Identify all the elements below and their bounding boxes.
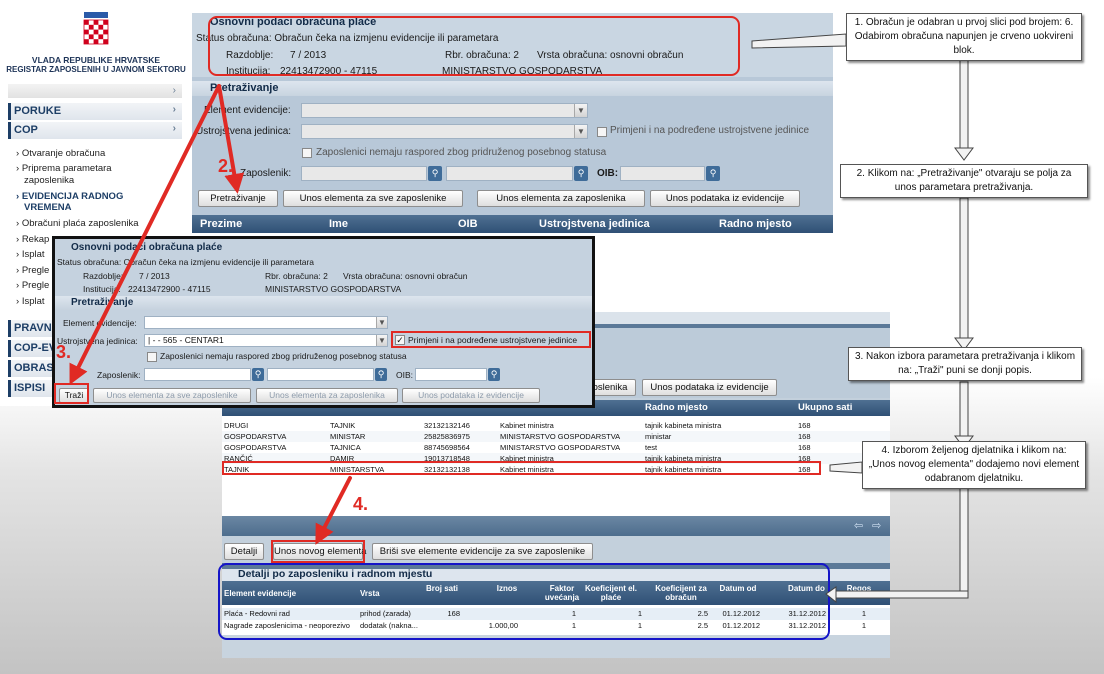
flow-left-5-head <box>825 586 837 604</box>
step-2-number: 2. <box>218 156 234 176</box>
note-step-3: 3. Nakon izbora parametara pretraživanja… <box>848 347 1082 381</box>
flow-down-3 <box>959 381 969 437</box>
note-step-2: 2. Klikom na: „Pretraživanje" otvaraju s… <box>840 164 1088 198</box>
flow-left-5 <box>835 590 969 599</box>
callout-arrows-overlay <box>69 33 974 604</box>
flow-down-1-head <box>954 147 974 161</box>
arrow-step-3 <box>69 84 221 385</box>
step-3-number: 3. <box>56 342 72 362</box>
step-4-number: 4. <box>353 494 369 514</box>
arrow-step-4 <box>315 476 352 545</box>
note-step-4: 4. Izborom željenog djelatnika i klikom … <box>862 441 1086 489</box>
note4-pointer <box>829 461 863 474</box>
note1-pointer <box>751 33 847 49</box>
note-step-1: 1. Obračun je odabran u prvoj slici pod … <box>846 13 1082 61</box>
flow-down-4 <box>959 485 969 599</box>
flow-down-2 <box>959 197 969 339</box>
flow-down-1 <box>959 57 969 149</box>
